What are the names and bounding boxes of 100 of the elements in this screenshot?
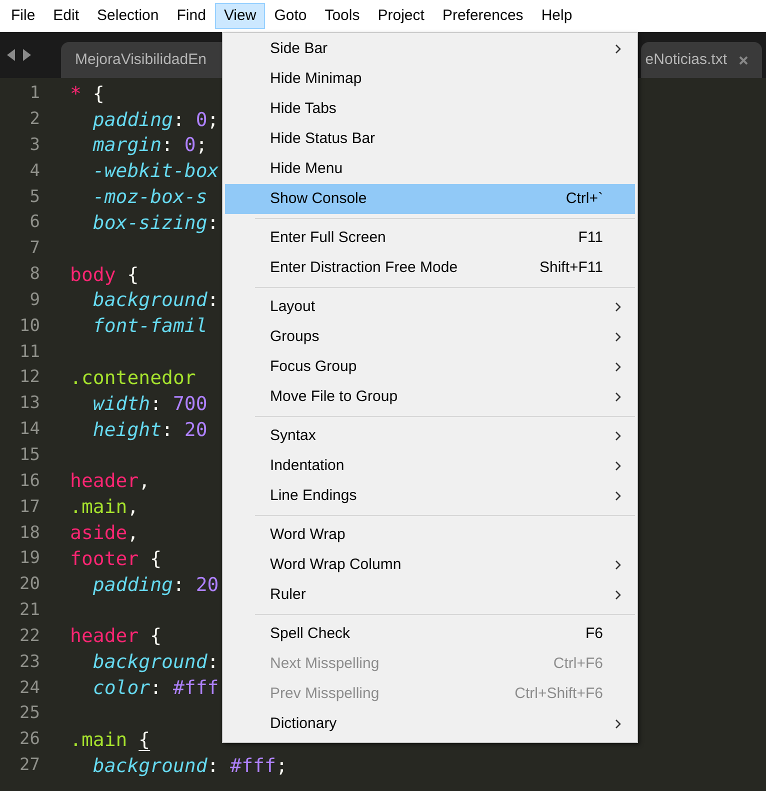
menu-bar-item[interactable]: Find (168, 3, 215, 29)
menu-item[interactable]: Show Console Ctrl+` (225, 184, 635, 214)
chevron-right-icon (615, 461, 621, 471)
shortcut-label: Ctrl+Shift+F6 (514, 684, 603, 704)
code-token: * (70, 82, 82, 107)
code-token: : (162, 133, 174, 158)
code-token: ; (207, 108, 219, 133)
menu-item[interactable]: Move File to Group (225, 382, 635, 412)
code-token: background (92, 754, 208, 779)
line-number: 3 (28, 134, 40, 157)
menu-item[interactable]: Groups (225, 322, 635, 352)
chevron-right-icon (615, 719, 621, 729)
menu-item[interactable]: Spell Check F6 (225, 619, 635, 649)
menu-item[interactable]: Focus Group (225, 352, 635, 382)
line-number: 22 (18, 624, 40, 648)
code-token: : (162, 418, 174, 443)
code-token: aside (70, 521, 128, 546)
code-token: ; (276, 754, 288, 779)
code-token: header (70, 469, 139, 494)
line-number: 19 (18, 547, 40, 570)
menu-item[interactable]: Side Bar (225, 34, 635, 64)
line-number: 17 (18, 496, 40, 519)
line-number: 16 (18, 470, 40, 493)
line-number: 15 (18, 444, 40, 467)
menu-item[interactable]: Ruler (225, 580, 635, 610)
line-number: 7 (28, 237, 40, 260)
menu-item[interactable]: Hide Status Bar (225, 124, 635, 154)
code-token: padding (92, 108, 173, 133)
code-token: .contenedor (70, 366, 196, 391)
menu-bar-item[interactable]: Help (532, 3, 582, 29)
line-number: 8 (28, 263, 40, 286)
menu-bar-item[interactable]: Tools (316, 3, 369, 29)
menu-bar-item[interactable]: File (2, 3, 44, 29)
menu-item[interactable]: Hide Menu (225, 154, 635, 184)
chevron-right-icon (615, 44, 621, 54)
code-token: font-famil (92, 314, 208, 340)
line-number: 14 (18, 418, 40, 442)
chevron-right-icon (615, 302, 621, 312)
code-token: box-sizing (92, 210, 208, 236)
menu-item[interactable]: Dictionary (225, 709, 635, 739)
line-number: 26 (18, 728, 40, 752)
code-token: : (207, 650, 219, 676)
menu-item[interactable]: Indentation (225, 451, 635, 481)
menu-item[interactable]: Word Wrap (225, 520, 635, 550)
code-token: : (172, 572, 186, 598)
left-arrow-icon[interactable] (7, 49, 16, 61)
chevron-right-icon (615, 560, 621, 570)
line-number: 24 (18, 676, 40, 700)
chevron-right-icon (615, 590, 621, 600)
line-number: 10 (18, 314, 40, 338)
menu-item[interactable]: Word Wrap Column (225, 550, 635, 580)
chevron-right-icon (615, 362, 621, 372)
code-token: { (149, 546, 162, 572)
code-token: padding (92, 572, 173, 598)
menu-item[interactable]: Enter Full Screen F11 (225, 223, 635, 253)
right-arrow-icon[interactable] (22, 49, 31, 61)
menu-bar-item[interactable]: View (214, 3, 266, 29)
menu-bar-item[interactable]: Selection (88, 3, 168, 29)
line-number: 2 (28, 108, 40, 132)
chevron-right-icon (615, 491, 621, 501)
line-number: 21 (18, 599, 40, 622)
line-number: 25 (18, 702, 40, 726)
menu-bar-item[interactable]: Project (368, 3, 434, 29)
code-token: background (92, 288, 208, 314)
file-tab[interactable]: eNoticias.txt (641, 42, 762, 78)
menu-item[interactable]: Hide Minimap (225, 64, 635, 94)
line-number: 5 (28, 186, 40, 209)
chevron-right-icon (615, 332, 621, 342)
code-token: : (207, 210, 219, 236)
code-token: 20 (196, 572, 219, 598)
code-token: 0 (196, 108, 208, 133)
chevron-right-icon (615, 392, 621, 402)
code-token: -webkit-box (92, 159, 219, 184)
code-token: body (70, 262, 116, 288)
menu-item[interactable]: Hide Tabs (225, 94, 635, 124)
code-token: #fff (172, 676, 219, 702)
code-token: #fff (230, 754, 276, 779)
close-icon[interactable] (739, 56, 748, 64)
menu-bar-item[interactable]: Preferences (433, 3, 532, 29)
line-number: 27 (18, 754, 40, 778)
line-number: 9 (28, 288, 40, 312)
menu-bar-item[interactable]: Goto (265, 3, 316, 29)
menu-item[interactable]: Syntax (225, 421, 635, 451)
menu-bar-item[interactable]: Edit (44, 3, 88, 29)
shortcut-label: Ctrl+` (566, 188, 603, 209)
code-token: 700 (172, 392, 208, 417)
code-token: , (138, 469, 150, 494)
code-token: color (92, 676, 150, 702)
shortcut-label: F6 (585, 624, 603, 644)
code-token: .main (70, 495, 128, 520)
menu-item[interactable]: Line Endings (225, 481, 635, 511)
code-token: , (127, 495, 139, 520)
line-number: 4 (28, 160, 40, 183)
code-token: : (172, 108, 186, 133)
menu-item[interactable]: Layout (225, 292, 635, 322)
code-token: margin (92, 133, 162, 158)
line-number: 20 (18, 573, 40, 596)
line-number: 18 (18, 522, 40, 545)
menu-item[interactable]: Enter Distraction Free Mode Shift+F11 (225, 253, 635, 283)
line-number: 23 (18, 650, 40, 674)
